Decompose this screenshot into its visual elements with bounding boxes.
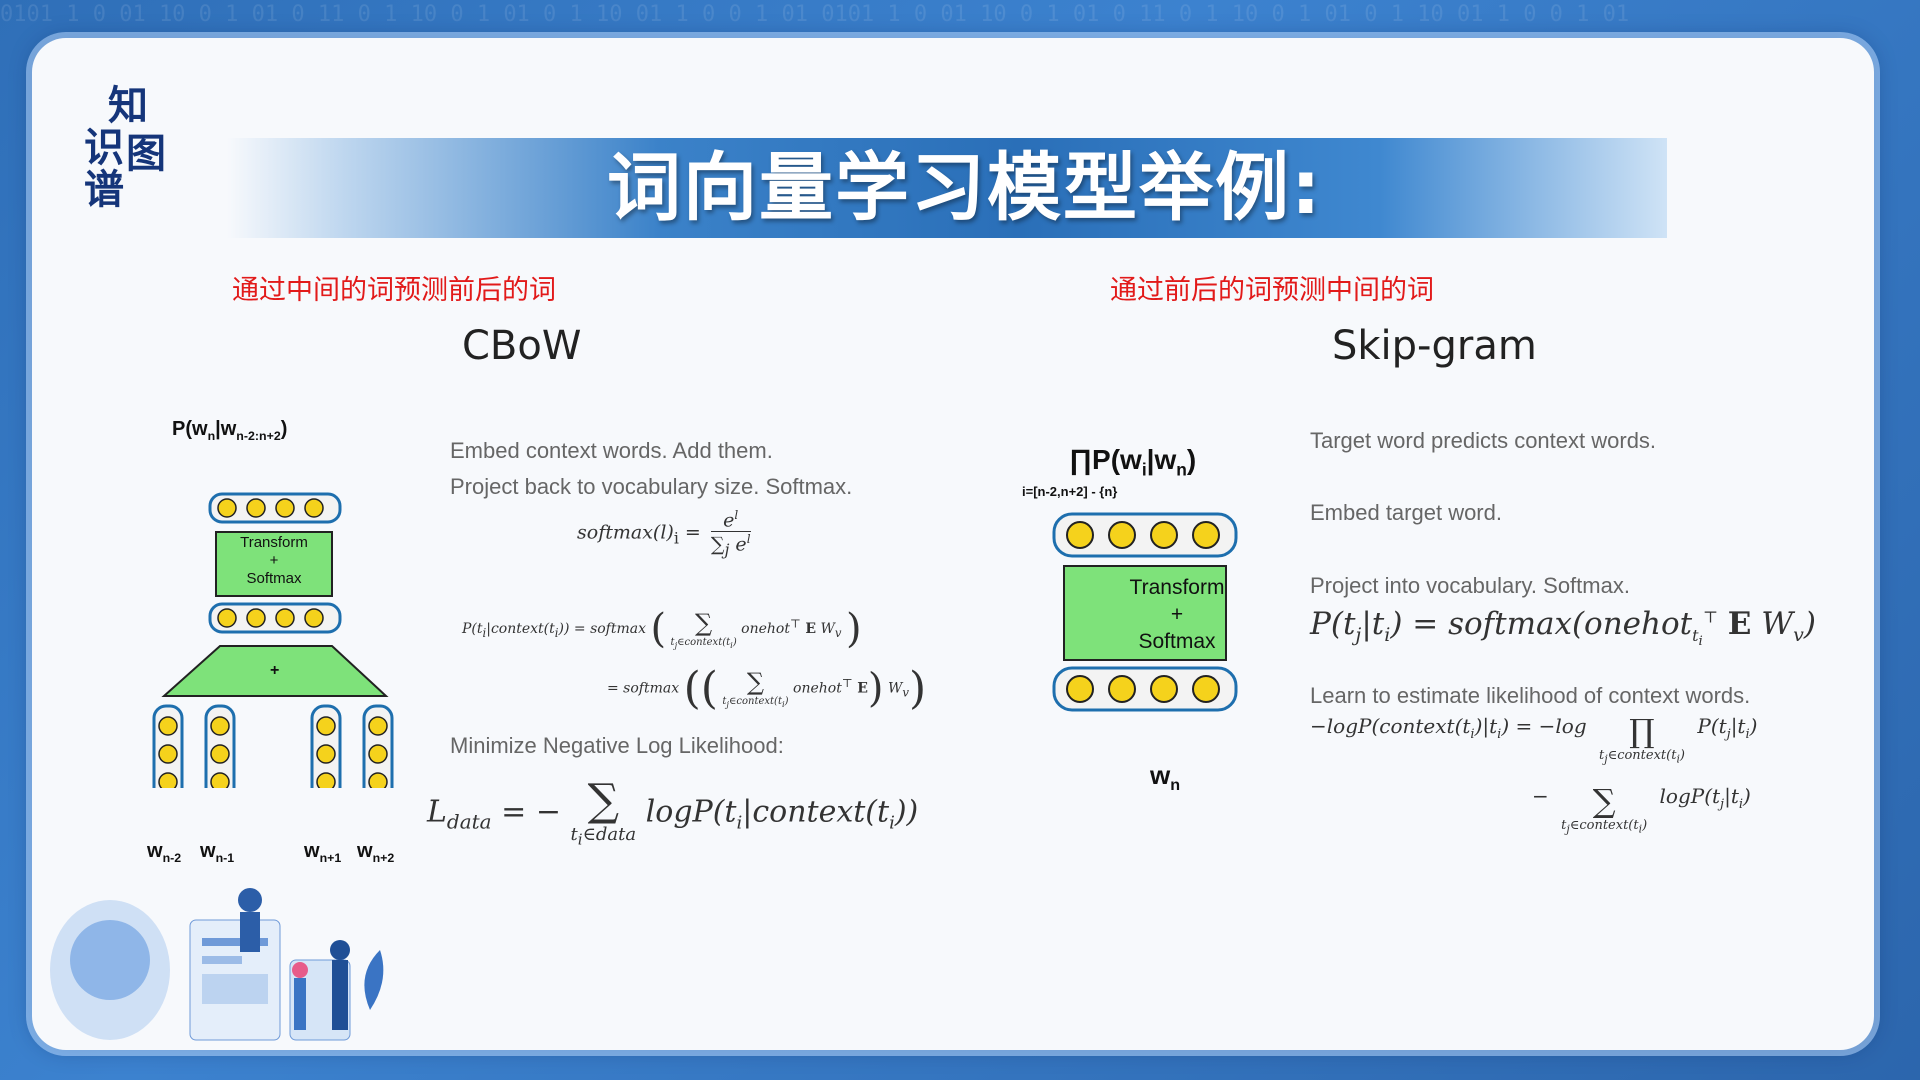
cbow-title: CBoW bbox=[462, 323, 582, 369]
cbow-desc-1: Embed context words. Add them. bbox=[450, 438, 773, 463]
skipgram-formula-nll: −logP(context(ti)|ti) = −log ∏ tj∈contex… bbox=[1310, 712, 1758, 766]
cbow-box-text: Transform + Softmax bbox=[240, 534, 308, 587]
skipgram-desc-4: Learn to estimate likelihood of context … bbox=[1310, 683, 1751, 708]
page-title: 词向量学习模型举例: bbox=[607, 145, 1323, 231]
cbow-desc-2: Project back to vocabulary size. Softmax… bbox=[450, 474, 853, 499]
skipgram-red-label: 通过前后的词预测中间的词 bbox=[1110, 275, 1434, 306]
skipgram-formula-p: P(tj|ti) = softmax(onehotti⊤ E Wv) bbox=[1310, 606, 1816, 650]
skipgram-title: Skip-gram bbox=[1332, 323, 1537, 369]
skipgram-output-label: ∏P(wi|wn) bbox=[1069, 444, 1197, 480]
skipgram-formula-sum: − ∑ tj∈context(ti) logP(tj|ti) bbox=[1532, 782, 1751, 836]
skipgram-box-text: Transform + Softmax bbox=[1129, 576, 1225, 653]
cbow-desc-3: Minimize Negative Log Likelihood: bbox=[450, 733, 784, 758]
slide-panel: 知 识 图 谱 词向量学习模型举例: 通过中间的词预测前后的词 CBoW P(w… bbox=[32, 38, 1874, 1050]
cbow-output-label: P(wn|wn-2:n+2) bbox=[172, 418, 288, 443]
skipgram-desc-2: Embed target word. bbox=[1310, 500, 1502, 525]
decorative-illustration bbox=[50, 888, 384, 1041]
brand-logo: 知 识 图 谱 bbox=[84, 82, 166, 213]
cbow-formula-softmax: softmax(l)i = el ∑j el bbox=[577, 508, 751, 560]
cbow-formula-p2: = softmax (( ∑ tj∈context(ti) onehot⊤ E)… bbox=[607, 663, 927, 714]
skipgram-input-label: wn bbox=[1150, 760, 1181, 795]
cbow-red-label: 通过中间的词预测前后的词 bbox=[232, 275, 556, 306]
skipgram-desc-1: Target word predicts context words. bbox=[1310, 428, 1657, 453]
skipgram-desc-3: Project into vocabulary. Softmax. bbox=[1310, 573, 1630, 598]
cbow-formula-p: P(ti|context(ti)) = softmax ( ∑ tj∈conte… bbox=[462, 606, 862, 652]
skipgram-product-range: i=[n-2,n+2] - {n} bbox=[1022, 484, 1118, 499]
cbow-diagram bbox=[152, 492, 394, 788]
cbow-formula-nll: Ldata = − ∑ ti∈data logP(ti|context(ti)) bbox=[427, 775, 919, 849]
cbow-sum-label: + bbox=[270, 662, 280, 679]
